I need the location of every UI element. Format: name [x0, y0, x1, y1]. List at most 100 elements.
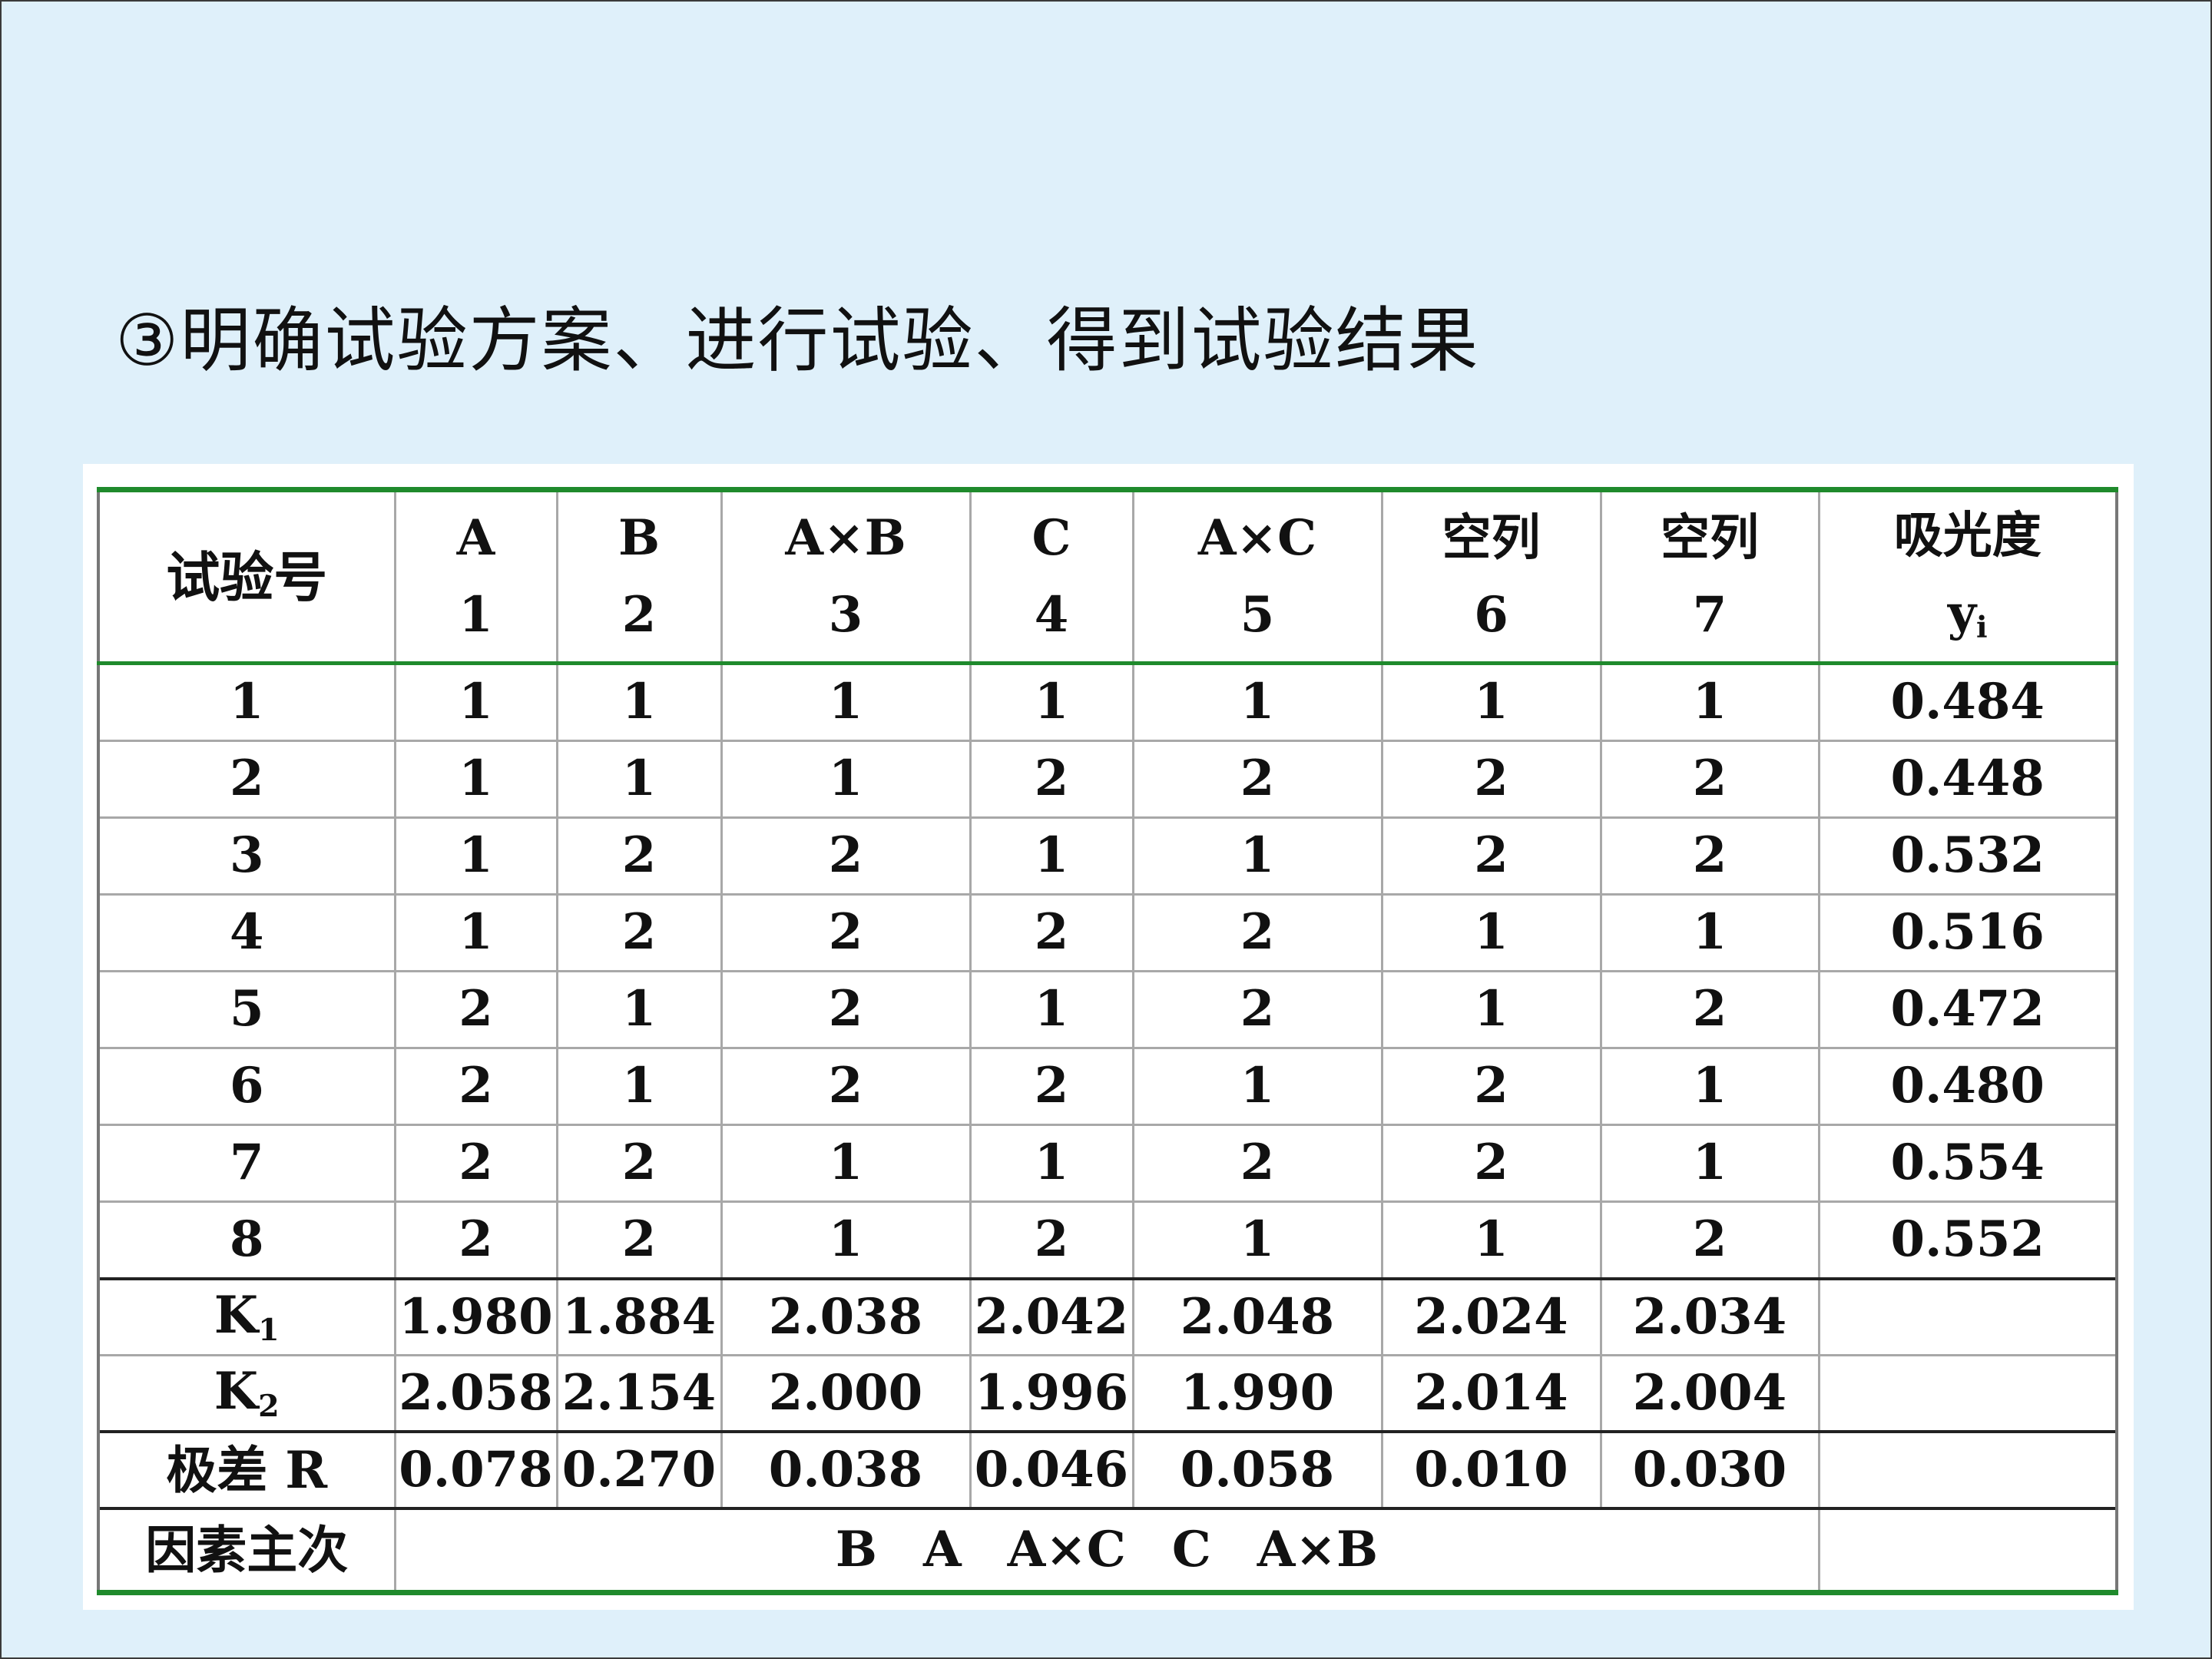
factor-order-empty — [1817, 1507, 2118, 1595]
level-cell: 2 — [555, 893, 723, 972]
level-cell: 1 — [1380, 662, 1602, 742]
header-col-number: 7 — [1692, 586, 1727, 644]
factor-item: A — [922, 1520, 962, 1578]
k-letter: K — [214, 1360, 259, 1421]
k1-value: 2.024 — [1380, 1277, 1602, 1356]
level-cell: 2 — [969, 893, 1134, 972]
level-cell: 1 — [393, 816, 558, 896]
k1-value: 2.042 — [969, 1277, 1134, 1356]
header-col-name: 空列 — [1661, 508, 1759, 567]
factor-order-sequence: B A A×C C A×B — [393, 1507, 1820, 1595]
range-value: 0.270 — [555, 1430, 723, 1510]
header-col-number: 1 — [459, 586, 493, 644]
range-value: 0.046 — [969, 1430, 1134, 1510]
level-cell: 2 — [720, 893, 972, 972]
k2-label: K2 — [97, 1354, 396, 1433]
factor-order-row: 因素主次 B A A×C C A×B — [97, 1507, 2118, 1595]
level-cell: 2 — [1380, 740, 1602, 819]
level-cell: 1 — [720, 1124, 972, 1203]
level-cell: 2 — [393, 1047, 558, 1126]
k2-value: 1.990 — [1131, 1354, 1383, 1433]
k2-row: K2 2.058 2.154 2.000 1.996 1.990 2.014 2… — [97, 1354, 2118, 1433]
level-cell: 2 — [393, 970, 558, 1049]
k1-label: K1 — [97, 1277, 396, 1356]
trial-number: 2 — [97, 740, 396, 819]
level-cell: 2 — [1599, 970, 1820, 1049]
level-cell: 1 — [720, 740, 972, 819]
level-cell: 1 — [555, 662, 723, 742]
level-cell: 1 — [969, 1124, 1134, 1203]
level-cell: 1 — [969, 970, 1134, 1049]
table-row: 1 1 1 1 1 1 1 1 0.484 — [97, 662, 2118, 742]
range-empty — [1817, 1430, 2118, 1510]
absorbance-value: 0.480 — [1817, 1047, 2118, 1126]
level-cell: 1 — [1599, 1047, 1820, 1126]
k1-value: 1.980 — [393, 1277, 558, 1356]
k2-value: 1.996 — [969, 1354, 1134, 1433]
absorbance-value: 0.516 — [1817, 893, 2118, 972]
header-col-number: 3 — [828, 586, 863, 644]
trial-number: 8 — [97, 1200, 396, 1280]
trial-number: 7 — [97, 1124, 396, 1203]
k1-empty — [1817, 1277, 2118, 1356]
level-cell: 1 — [555, 1047, 723, 1126]
header-col-name: A×C — [1197, 508, 1317, 567]
level-cell: 2 — [969, 1200, 1134, 1280]
header-col-number: 5 — [1240, 586, 1275, 644]
table-row: 6 2 1 2 2 1 2 1 0.480 — [97, 1047, 2118, 1126]
range-row: 极差 R 0.078 0.270 0.038 0.046 0.058 0.010… — [97, 1430, 2118, 1510]
trial-number: 6 — [97, 1047, 396, 1126]
factor-item: B — [835, 1520, 877, 1578]
level-cell: 1 — [1599, 1124, 1820, 1203]
absorbance-value: 0.532 — [1817, 816, 2118, 896]
level-cell: 1 — [1131, 662, 1383, 742]
level-cell: 1 — [555, 970, 723, 1049]
absorbance-value: 0.448 — [1817, 740, 2118, 819]
level-cell: 2 — [555, 816, 723, 896]
level-cell: 1 — [1380, 1200, 1602, 1280]
table-row: 4 1 2 2 2 2 1 1 0.516 — [97, 893, 2118, 972]
trial-number: 1 — [97, 662, 396, 742]
range-value: 0.010 — [1380, 1430, 1602, 1510]
table-row: 7 2 2 1 1 2 2 1 0.554 — [97, 1124, 2118, 1203]
header-col-name: 空列 — [1442, 508, 1541, 567]
factor-item: C — [1171, 1520, 1211, 1578]
table-row: 8 2 2 1 2 1 1 2 0.552 — [97, 1200, 2118, 1280]
header-col-5: A×C 5 — [1131, 487, 1383, 665]
level-cell: 2 — [555, 1200, 723, 1280]
k2-value: 2.014 — [1380, 1354, 1602, 1433]
range-value: 0.030 — [1599, 1430, 1820, 1510]
level-cell: 1 — [969, 816, 1134, 896]
level-cell: 2 — [1380, 1047, 1602, 1126]
header-col-4: C 4 — [969, 487, 1134, 665]
header-col-number: 2 — [621, 586, 657, 644]
k2-value: 2.058 — [393, 1354, 558, 1433]
header-col-number: 4 — [1034, 586, 1069, 644]
header-col-6: 空列 6 — [1380, 487, 1602, 665]
level-cell: 2 — [1131, 740, 1383, 819]
level-cell: 1 — [1131, 1200, 1383, 1280]
level-cell: 2 — [555, 1124, 723, 1203]
level-cell: 1 — [1599, 662, 1820, 742]
level-cell: 1 — [393, 740, 558, 819]
factor-item: A×C — [1007, 1520, 1126, 1578]
level-cell: 1 — [969, 662, 1134, 742]
result-subscript: i — [1976, 610, 1988, 645]
k1-value: 2.038 — [720, 1277, 972, 1356]
k1-value: 2.034 — [1599, 1277, 1820, 1356]
level-cell: 2 — [1380, 816, 1602, 896]
header-col-number: 6 — [1474, 586, 1508, 644]
level-cell: 2 — [1599, 1200, 1820, 1280]
range-value: 0.078 — [393, 1430, 558, 1510]
table-row: 3 1 2 2 1 1 2 2 0.532 — [97, 816, 2118, 896]
level-cell: 1 — [720, 662, 972, 742]
level-cell: 2 — [1131, 1124, 1383, 1203]
absorbance-value: 0.552 — [1817, 1200, 2118, 1280]
absorbance-value: 0.484 — [1817, 662, 2118, 742]
header-col-1: A 1 — [393, 487, 558, 665]
factor-order-label: 因素主次 — [97, 1507, 396, 1595]
trial-number: 4 — [97, 893, 396, 972]
header-col-name: C — [1031, 508, 1071, 567]
k2-empty — [1817, 1354, 2118, 1433]
absorbance-value: 0.554 — [1817, 1124, 2118, 1203]
